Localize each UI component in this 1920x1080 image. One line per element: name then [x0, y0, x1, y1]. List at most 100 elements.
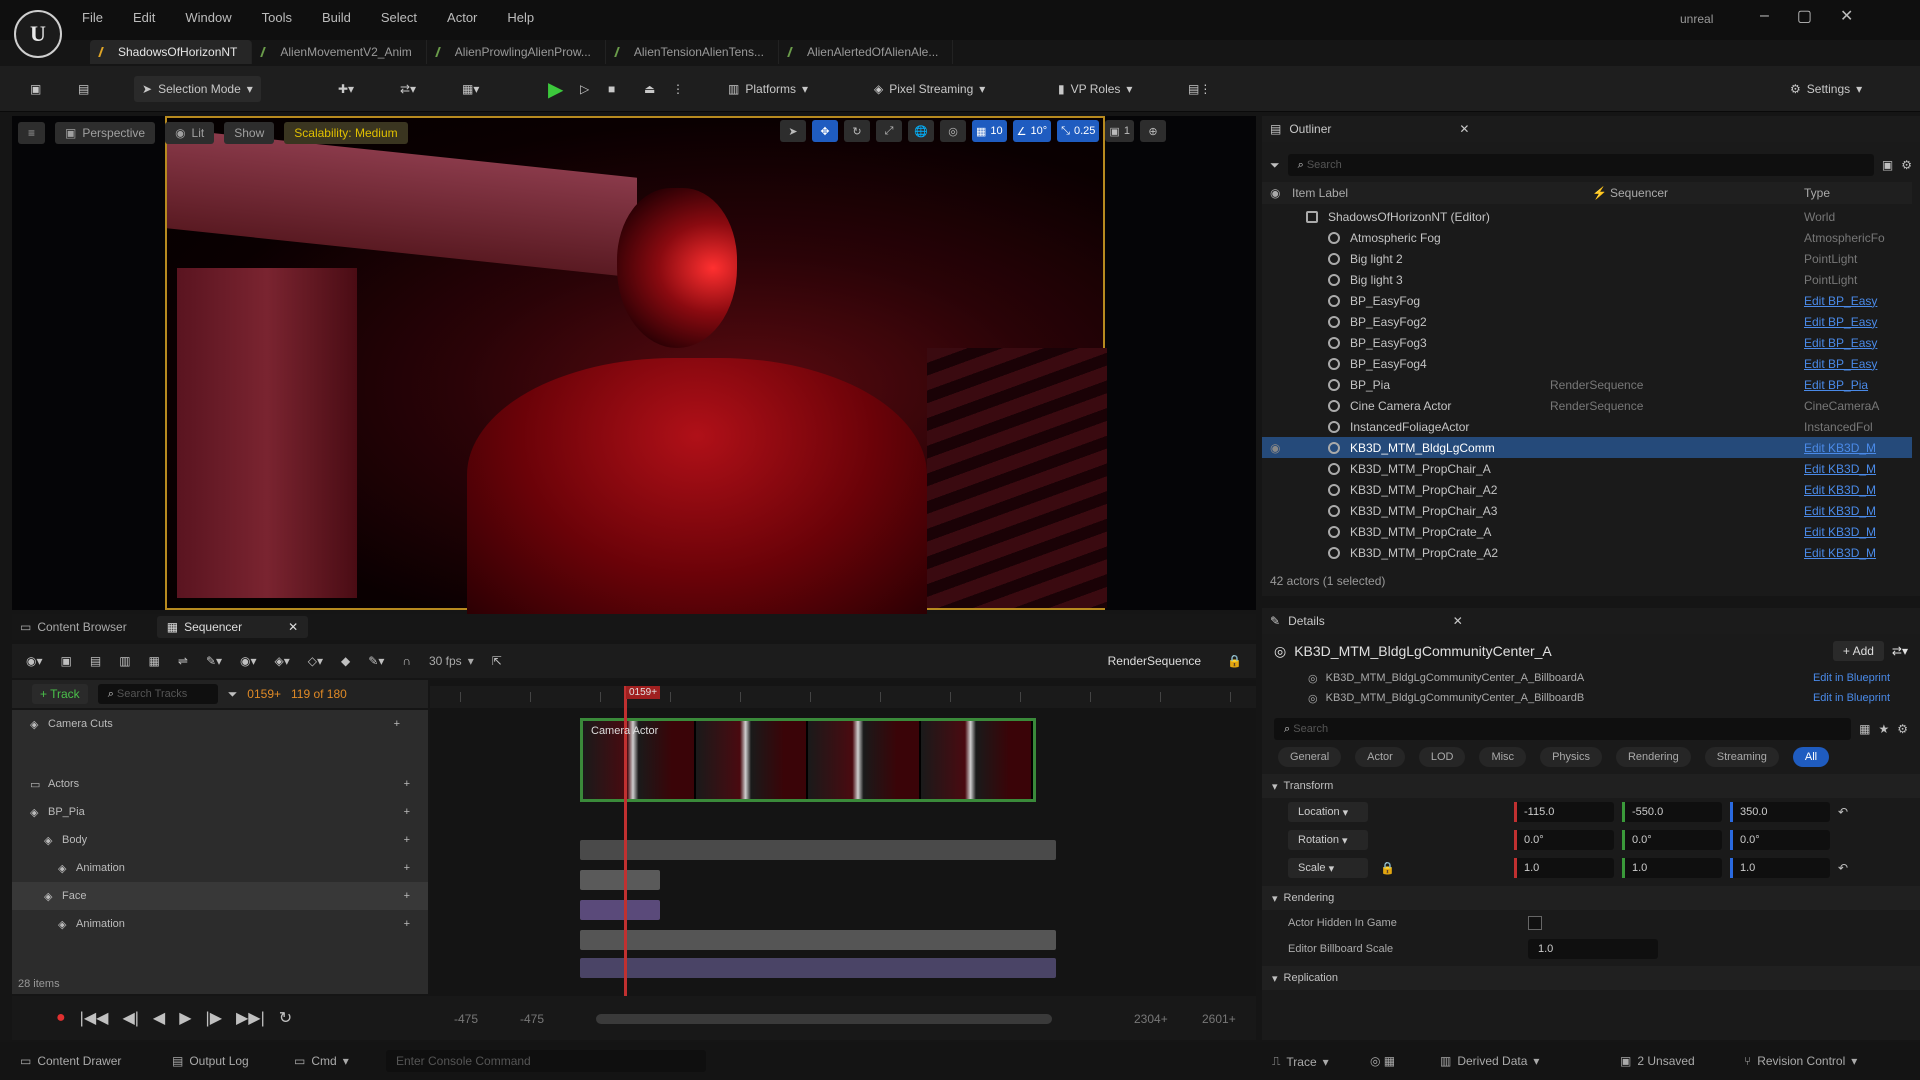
scalability-warning[interactable]: Scalability: Medium	[284, 122, 408, 144]
actor-type[interactable]: Edit BP_Pia	[1804, 378, 1868, 392]
add-actor-button[interactable]: ✚▾	[330, 76, 362, 102]
menu-actor[interactable]: Actor	[447, 10, 477, 25]
play-reverse-icon[interactable]: ◀	[153, 1008, 165, 1028]
track-row[interactable]: ◈ Face +	[12, 882, 428, 910]
outliner-row[interactable]: Atmospheric Fog AtmosphericFo	[1262, 227, 1912, 248]
billboard-scale-input[interactable]: 1.0	[1528, 939, 1658, 959]
cinematics-button[interactable]: ▦▾	[454, 76, 487, 102]
filter-tab[interactable]: Actor	[1355, 747, 1405, 767]
track-row[interactable]: ◈ Camera Cuts +	[12, 710, 428, 738]
add-key-icon[interactable]: +	[404, 834, 410, 846]
edit-in-blueprint-link[interactable]: Edit in Blueprint	[1813, 672, 1890, 684]
tab-anim-3[interactable]: AlienTensionAlienTens...	[606, 40, 779, 64]
play-button[interactable]: ▶	[540, 76, 571, 102]
body-animation-bar[interactable]	[580, 900, 660, 920]
details-search-input[interactable]: ⌕ Search	[1274, 718, 1852, 740]
rendering-section[interactable]: ▾ Rendering	[1262, 886, 1920, 910]
save-icon[interactable]: ▣	[22, 76, 49, 102]
actor-section-bar[interactable]	[580, 840, 1056, 860]
go-to-start-icon[interactable]: |◀◀	[80, 1008, 109, 1028]
cmd-dropdown[interactable]: ▭ Cmd ▾	[294, 1054, 349, 1068]
content-drawer-button[interactable]: ▭ Content Drawer	[20, 1054, 121, 1068]
playback-icon[interactable]: ◈▾	[275, 654, 290, 668]
outliner-row[interactable]: KB3D_MTM_PropChair_A3 Edit KB3D_M	[1262, 500, 1912, 521]
filter-tab[interactable]: General	[1278, 747, 1342, 767]
rotation-z[interactable]: 0.0°	[1730, 830, 1830, 850]
component-row[interactable]: ◎ KB3D_MTM_BldgLgCommunityCenter_A_Billbo…	[1308, 688, 1920, 708]
outliner-row[interactable]: Big light 3 PointLight	[1262, 269, 1912, 290]
filter-tab[interactable]: Rendering	[1615, 747, 1691, 767]
angle-snap-button[interactable]: ∠ 10°	[1012, 120, 1052, 142]
scale-tool-icon[interactable]: ⤢	[876, 120, 902, 142]
grid-snap-button[interactable]: ▦ 10	[972, 120, 1007, 142]
move-tool-icon[interactable]: ✥	[812, 120, 838, 142]
range-start[interactable]: -475	[454, 1012, 478, 1026]
location-x[interactable]: -115.0	[1514, 802, 1614, 822]
view-range-end[interactable]: 2304+	[1134, 1012, 1168, 1026]
blueprint-options-icon[interactable]: ⇄▾	[1892, 644, 1908, 658]
track-search-input[interactable]: ⌕ Search Tracks	[97, 684, 218, 704]
content-icon[interactable]: ▤	[70, 76, 97, 102]
location-dropdown[interactable]: Location ▾	[1288, 802, 1368, 822]
range-end[interactable]: 2601+	[1202, 1012, 1236, 1026]
outliner-row[interactable]: BP_EasyFog3 Edit BP_Easy	[1262, 332, 1912, 353]
view-icon[interactable]: ◉▾	[240, 654, 257, 668]
add-track-button[interactable]: + Track	[32, 684, 88, 704]
timeline-ruler[interactable]	[430, 686, 1256, 708]
track-row[interactable]: ◈ BP_Pia +	[12, 798, 428, 826]
actor-type[interactable]: Edit BP_Easy	[1804, 315, 1877, 329]
component-row[interactable]: ◎ KB3D_MTM_BldgLgCommunityCenter_A_Billbo…	[1308, 668, 1920, 688]
scale-x[interactable]: 1.0	[1514, 858, 1614, 878]
add-component-button[interactable]: + Add	[1832, 641, 1884, 661]
filter-icon[interactable]: ⏷	[1270, 158, 1280, 173]
world-icon[interactable]: ◉▾	[26, 654, 43, 668]
lock-icon[interactable]: 🔒	[1227, 654, 1242, 668]
menu-help[interactable]: Help	[507, 10, 534, 25]
go-to-end-icon[interactable]: ▶▶|	[236, 1008, 265, 1028]
replication-section[interactable]: ▾ Replication	[1262, 966, 1920, 990]
face-section-bar[interactable]	[580, 930, 1056, 950]
view-range-start[interactable]: -475	[520, 1012, 544, 1026]
filter-icon[interactable]: ⏷	[228, 687, 238, 702]
find-icon[interactable]: ▥	[119, 654, 130, 668]
location-z[interactable]: 350.0	[1730, 802, 1830, 822]
record-icon[interactable]: ●	[56, 1009, 66, 1027]
selection-mode-button[interactable]: ➤ Selection Mode ▾	[134, 76, 261, 102]
step-back-icon[interactable]: ◀|	[122, 1008, 138, 1028]
trace-dropdown[interactable]: ⎍ Trace ▾	[1272, 1054, 1329, 1069]
filter-tab[interactable]: Misc	[1479, 747, 1527, 767]
menu-tools[interactable]: Tools	[262, 10, 292, 25]
magnet-icon[interactable]: ∩	[402, 654, 411, 668]
scale-dropdown[interactable]: Scale ▾	[1288, 858, 1368, 878]
filter-tab[interactable]: LOD	[1418, 747, 1466, 767]
scale-y[interactable]: 1.0	[1622, 858, 1722, 878]
close-icon[interactable]: ✕	[1840, 6, 1853, 26]
settings-button[interactable]: ⚙ Settings ▾	[1782, 76, 1870, 102]
key-icon[interactable]: ✎▾	[206, 654, 222, 668]
add-key-icon[interactable]: +	[404, 778, 410, 790]
tab-content-browser[interactable]: ▭ Content Browser	[20, 620, 127, 634]
show-button[interactable]: Show	[224, 122, 275, 144]
console-input[interactable]: Enter Console Command	[386, 1050, 706, 1072]
maximize-icon[interactable]: ▢	[1797, 6, 1812, 26]
curve-editor-icon[interactable]: ⇌	[178, 654, 188, 668]
outliner-row[interactable]: KB3D_MTM_PropChair_A Edit KB3D_M	[1262, 458, 1912, 479]
menu-edit[interactable]: Edit	[133, 10, 155, 25]
timeline-scrollbar[interactable]	[596, 1014, 1052, 1024]
viewport-menu-button[interactable]: ≡	[18, 122, 46, 144]
lock-icon[interactable]: 🔒	[1376, 861, 1506, 875]
unreal-logo[interactable]: U	[14, 10, 62, 58]
filter-tab[interactable]: All	[1792, 747, 1830, 767]
hidden-in-game-checkbox[interactable]	[1528, 916, 1542, 930]
scale-z[interactable]: 1.0	[1730, 858, 1830, 878]
face-animation-bar[interactable]	[580, 958, 1056, 978]
reset-icon[interactable]: ↶	[1838, 861, 1848, 875]
tab-anim-2[interactable]: AlienProwlingAlienProw...	[427, 40, 606, 64]
pen-icon[interactable]: ✎▾	[368, 654, 384, 668]
actor-type[interactable]: Edit BP_Easy	[1804, 294, 1877, 308]
step-forward-icon[interactable]: |▶	[206, 1008, 222, 1028]
revision-control-button[interactable]: ⑂ Revision Control ▾	[1744, 1054, 1857, 1068]
rotation-dropdown[interactable]: Rotation ▾	[1288, 830, 1368, 850]
track-row[interactable]: ◈ Animation +	[12, 910, 428, 938]
camera-speed-button[interactable]: ▣ 1	[1105, 120, 1134, 142]
